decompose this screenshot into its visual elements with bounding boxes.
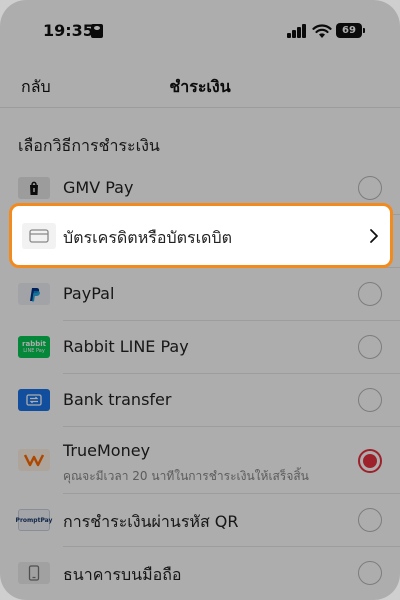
bank-transfer-icon xyxy=(18,389,50,411)
radio-bank-transfer[interactable] xyxy=(358,388,382,412)
nav-bar: กลับ ชำระเงิน xyxy=(0,62,400,108)
status-bar: 19:35 69 xyxy=(0,0,400,62)
credit-debit-card-option[interactable]: บัตรเครดิตหรือบัตรเดบิต xyxy=(9,203,393,268)
method-label: การชำระเงินผ่านรหัส QR xyxy=(63,512,239,531)
section-title: เลือกวิธีการชำระเงิน xyxy=(18,136,160,155)
radio-gmv-pay[interactable] xyxy=(358,176,382,200)
method-row-rabbit-line-pay[interactable]: rabbit LINE Pay Rabbit LINE Pay xyxy=(0,321,400,374)
promptpay-logo: PromptPay xyxy=(15,509,53,531)
radio-qr-payment[interactable] xyxy=(358,508,382,532)
radio-paypal[interactable] xyxy=(358,282,382,306)
radio-mobile-banking[interactable] xyxy=(358,561,382,585)
method-row-mobile-banking[interactable]: ธนาคารบนมือถือ xyxy=(0,547,400,600)
method-label: PayPal xyxy=(63,284,115,303)
rabbit-line-pay-logo: rabbit LINE Pay xyxy=(18,336,50,358)
method-label: Bank transfer xyxy=(63,390,172,409)
method-row-truemoney[interactable]: TrueMoney คุณจะมีเวลา 20 นาทีในการชำระเง… xyxy=(0,427,400,494)
cellular-signal-icon xyxy=(287,24,307,38)
method-label: TrueMoney xyxy=(63,441,151,460)
method-label: GMV Pay xyxy=(63,178,134,197)
mobile-banking-icon xyxy=(18,562,50,584)
wifi-icon xyxy=(312,24,332,38)
battery-icon: 69 xyxy=(336,23,365,38)
truemoney-logo xyxy=(18,449,50,471)
chevron-right-icon xyxy=(370,229,378,243)
focus-person-icon xyxy=(91,24,103,38)
line-pay-logo-text: LINE Pay xyxy=(23,347,45,354)
gmv-pay-logo xyxy=(18,177,50,199)
payment-screen: 19:35 69 กลับ ชำระเงิน เลือกวิธีการชำระเ… xyxy=(0,0,400,600)
status-time: 19:35 xyxy=(43,21,94,40)
method-sublabel: คุณจะมีเวลา 20 นาทีในการชำระเงินให้เสร็จ… xyxy=(63,469,309,483)
method-label: Rabbit LINE Pay xyxy=(63,337,189,356)
paypal-logo xyxy=(18,283,50,305)
method-row-qr-payment[interactable]: PromptPay การชำระเงินผ่านรหัส QR xyxy=(0,494,400,547)
method-row-paypal[interactable]: PayPal xyxy=(0,268,400,321)
credit-debit-card-label: บัตรเครดิตหรือบัตรเดบิต xyxy=(63,228,232,247)
credit-card-icon xyxy=(22,223,56,249)
method-row-bank-transfer[interactable]: Bank transfer xyxy=(0,374,400,427)
page-title: ชำระเงิน xyxy=(169,77,231,96)
method-label: ธนาคารบนมือถือ xyxy=(63,565,182,584)
rabbit-logo-text: rabbit xyxy=(22,339,46,348)
radio-rabbit-line-pay[interactable] xyxy=(358,335,382,359)
promptpay-logo-text: PromptPay xyxy=(15,516,53,524)
radio-truemoney[interactable] xyxy=(358,449,382,473)
